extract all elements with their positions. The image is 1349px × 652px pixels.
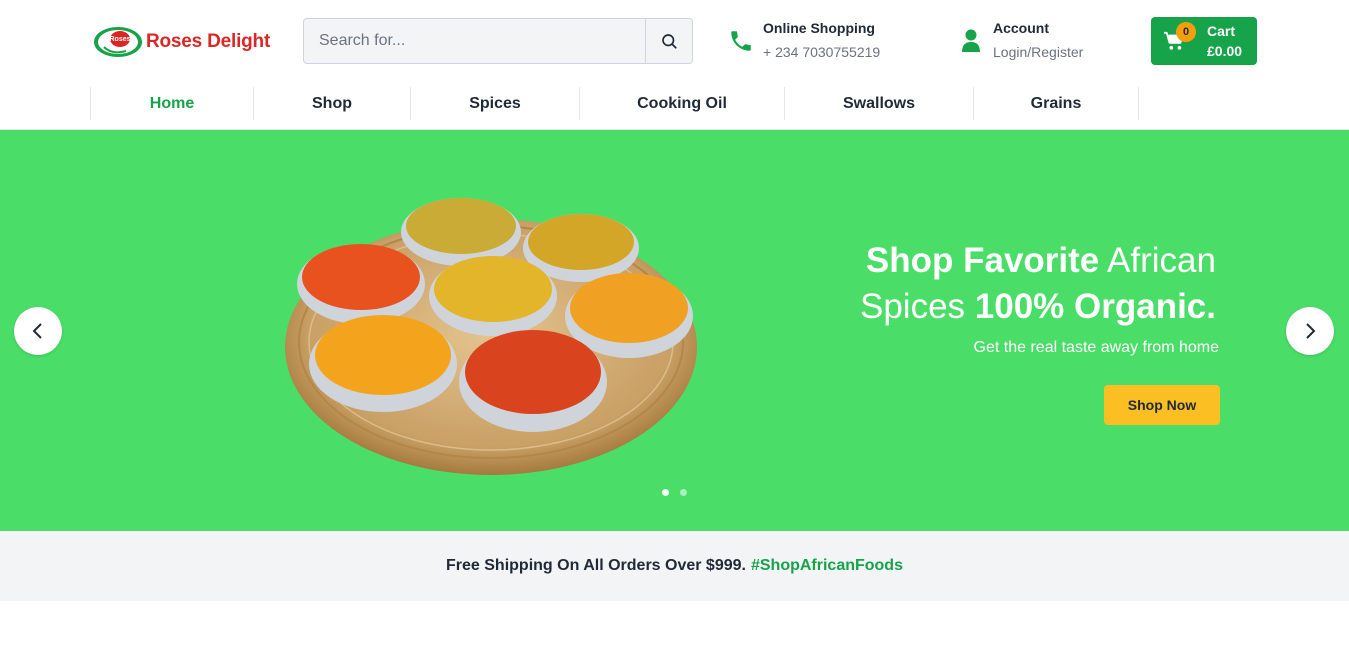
slider-prev-button[interactable] — [14, 307, 62, 355]
hero-title-line2-regular: Spices — [859, 287, 975, 326]
hero-title-line2-bold: 100% Organic. — [974, 287, 1216, 326]
phone-icon — [731, 31, 751, 51]
slider-dot-2[interactable] — [680, 489, 687, 496]
cart-button[interactable]: 0 Cart £0.00 — [1151, 17, 1257, 65]
slider-dots — [662, 489, 687, 496]
account-menu[interactable]: Account Login/Register — [960, 19, 1083, 61]
brand-logo[interactable]: Roses Roses Delight — [92, 24, 274, 60]
slider-next-button[interactable] — [1286, 307, 1334, 355]
slider-dot-1[interactable] — [662, 489, 669, 496]
hero-title-line1-bold: Shop Favorite — [865, 241, 1100, 280]
cart-label: Cart — [1207, 23, 1236, 39]
spice-basket-image — [285, 198, 697, 475]
user-icon — [962, 29, 980, 52]
contact-title: Online Shopping — [763, 20, 875, 36]
cart-total: £0.00 — [1207, 43, 1243, 59]
search-input[interactable] — [304, 19, 645, 63]
logo-badge-text: Roses — [109, 36, 130, 43]
nav-item-shop[interactable]: Shop — [253, 87, 410, 120]
search-button[interactable] — [645, 19, 692, 63]
shipping-hashtag[interactable]: #ShopAfricanFoods — [751, 557, 903, 575]
nav-item-cooking-oil[interactable]: Cooking Oil — [579, 87, 784, 120]
hero-slider: Shop Favorite African Spices 100% Organi… — [0, 130, 1349, 531]
shipping-banner: Free Shipping On All Orders Over $999. #… — [0, 531, 1349, 601]
search-icon — [662, 34, 677, 49]
nav-item-grains[interactable]: Grains — [973, 87, 1139, 120]
shipping-text: Free Shipping On All Orders Over $999. — [446, 557, 746, 574]
site-header: Roses Roses Delight Online Shopping + 23… — [0, 0, 1349, 82]
contact-info: Online Shopping + 234 7030755219 — [728, 19, 880, 61]
brand-name: Roses Delight — [146, 31, 271, 52]
cart-count-badge: 0 — [1176, 22, 1196, 42]
chevron-right-icon — [1306, 323, 1316, 339]
roses-logo-icon: Roses — [94, 27, 142, 57]
shop-now-button[interactable]: Shop Now — [1104, 385, 1220, 425]
main-nav: Home Shop Spices Cooking Oil Swallows Gr… — [90, 87, 1139, 120]
nav-item-spices[interactable]: Spices — [410, 87, 579, 120]
nav-item-swallows[interactable]: Swallows — [784, 87, 973, 120]
nav-item-home[interactable]: Home — [90, 87, 253, 120]
search-bar — [303, 18, 693, 64]
hero-subtitle: Get the real taste away from home — [973, 339, 1219, 356]
chevron-left-icon — [32, 323, 42, 339]
hero-title: Shop Favorite African Spices 100% Organi… — [860, 238, 1216, 330]
account-title: Account — [993, 20, 1049, 36]
contact-phone[interactable]: + 234 7030755219 — [763, 43, 880, 61]
hero-title-line1-regular: African — [1099, 241, 1216, 280]
login-register-link[interactable]: Login/Register — [993, 43, 1083, 61]
